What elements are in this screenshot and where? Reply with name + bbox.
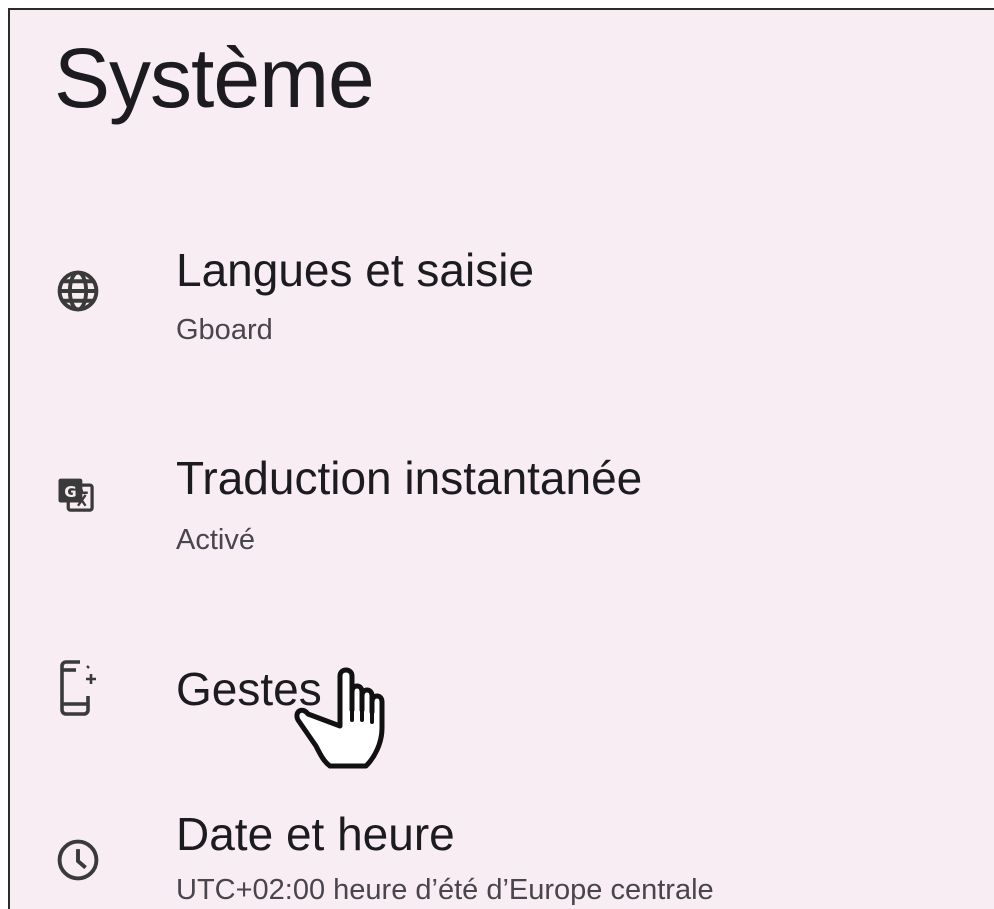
phone-gesture-icon [52, 653, 104, 723]
settings-item-summary: UTC+02:00 heure d’été d’Europe centrale [176, 874, 714, 906]
settings-item-label: Gestes [176, 663, 322, 715]
settings-item-live-translate[interactable]: G Traduction instantanée Activé [10, 430, 994, 560]
svg-text:G: G [64, 483, 76, 501]
clock-icon [52, 834, 104, 886]
settings-item-summary: Activé [176, 524, 255, 556]
settings-item-label: Langues et saisie [176, 244, 535, 296]
globe-icon [52, 265, 104, 317]
settings-item-date-time[interactable]: Date et heure UTC+02:00 heure d’été d’Eu… [10, 800, 994, 909]
settings-item-label: Date et heure [176, 808, 455, 860]
settings-item-summary: Gboard [176, 314, 273, 346]
translate-icon: G [52, 470, 104, 522]
page-title: Système [54, 31, 375, 125]
settings-item-label: Traduction instantanée [176, 452, 643, 504]
settings-item-languages[interactable]: Langues et saisie Gboard [10, 220, 994, 350]
system-settings-screen: Système Langues et saisie Gboard G Tradu… [8, 8, 994, 909]
settings-item-gestures[interactable]: Gestes [10, 625, 994, 755]
